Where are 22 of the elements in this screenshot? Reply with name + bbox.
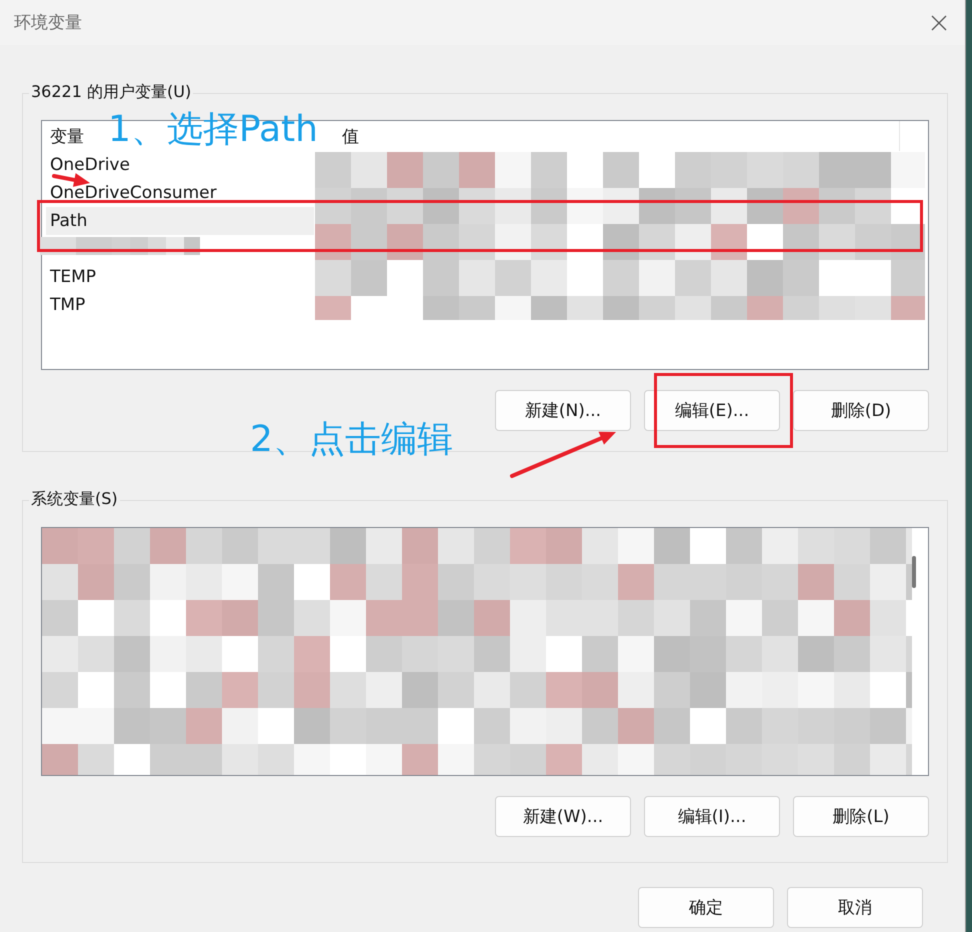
close-icon[interactable] xyxy=(931,14,947,30)
dialog-button[interactable]: 删除(D) xyxy=(793,390,929,431)
variable-name[interactable]: OneDrive xyxy=(50,155,130,175)
dialog-button[interactable]: 确定 xyxy=(638,887,774,928)
variable-name: Path xyxy=(50,211,88,231)
dialog-button[interactable]: 编辑(E)... xyxy=(644,390,780,431)
annotation-text: 2、点击编辑 xyxy=(250,420,453,460)
annotation-text: 1、选择Path xyxy=(108,110,318,150)
selected-row[interactable]: Path xyxy=(46,207,314,235)
window-title: 环境变量 xyxy=(14,12,82,34)
variable-name[interactable]: TEMP xyxy=(50,267,96,287)
dialog-button[interactable]: 编辑(I)... xyxy=(644,796,780,837)
dialog-button[interactable]: 新建(W)... xyxy=(495,796,631,837)
column-header[interactable]: 值 xyxy=(342,124,359,148)
column-header[interactable]: 变量 xyxy=(50,124,84,148)
dialog-button[interactable]: 删除(L) xyxy=(793,796,929,837)
dialog-button[interactable]: 取消 xyxy=(787,887,923,928)
variable-name[interactable]: TMP xyxy=(50,295,86,315)
scrollbar-thumb[interactable] xyxy=(912,556,916,588)
annotation-arrow xyxy=(52,173,90,187)
variable-name[interactable]: OneDriveConsumer xyxy=(50,183,217,203)
dialog-button[interactable]: 新建(N)... xyxy=(495,390,631,431)
